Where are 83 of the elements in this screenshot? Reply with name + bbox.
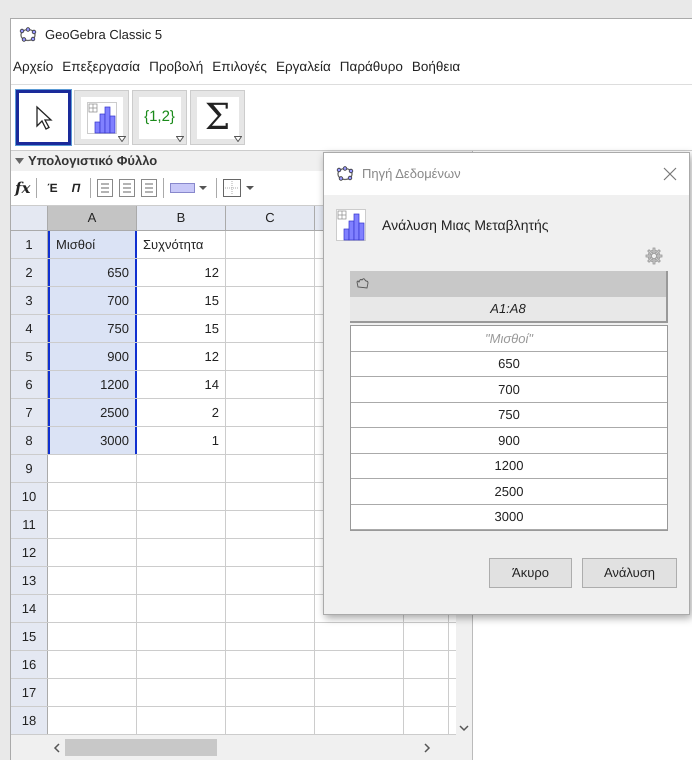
- table-cell: Μισθοί: [48, 231, 137, 258]
- row-header[interactable]: 11: [11, 511, 48, 538]
- table-cell: 1200: [48, 371, 137, 398]
- table-cell: 900: [48, 343, 137, 370]
- hand-icon[interactable]: [356, 278, 370, 290]
- row-header[interactable]: 15: [11, 623, 48, 650]
- row-header[interactable]: 13: [11, 567, 48, 594]
- bold-button[interactable]: Έ: [43, 179, 62, 197]
- align-right-icon[interactable]: [141, 179, 158, 197]
- table-cell: 15: [137, 315, 226, 342]
- formula-button[interactable]: fx: [15, 176, 30, 200]
- row-header[interactable]: 17: [11, 679, 48, 706]
- window-title: GeoGebra Classic 5: [45, 26, 162, 44]
- menu-item[interactable]: Επιλογές: [212, 57, 267, 78]
- menu-item[interactable]: Εργαλεία: [276, 57, 331, 78]
- menu-item[interactable]: Προβολή: [149, 57, 204, 78]
- table-cell: 3000: [351, 504, 667, 530]
- align-center-icon[interactable]: [119, 179, 136, 197]
- column-header[interactable]: C: [226, 206, 315, 230]
- logo-icon: [19, 27, 37, 43]
- dropdown-triangle-icon[interactable]: [176, 136, 184, 142]
- menu-item[interactable]: Αρχείο: [13, 57, 54, 78]
- table-cell: "Μισθοί": [351, 326, 667, 352]
- table-cell: Συχνότητα: [137, 231, 226, 258]
- table-cell: 3000: [48, 427, 137, 454]
- dropdown-triangle-icon[interactable]: [118, 136, 126, 142]
- scroll-down-icon[interactable]: [459, 724, 469, 732]
- dialog-title: Πηγή Δεδομένων: [362, 165, 462, 184]
- histogram-icon: [86, 102, 116, 134]
- scroll-right-icon[interactable]: [423, 742, 431, 752]
- analyze-button[interactable]: Ανάλυση: [582, 558, 677, 588]
- corner-cell[interactable]: [11, 206, 48, 230]
- row-header[interactable]: 2: [11, 259, 48, 286]
- align-left-icon[interactable]: [97, 179, 114, 197]
- table-cell: 2500: [48, 399, 137, 426]
- row-header[interactable]: 18: [11, 707, 48, 734]
- italic-button[interactable]: Π: [68, 179, 84, 197]
- row-header[interactable]: 4: [11, 315, 48, 342]
- menu-item[interactable]: Βοήθεια: [412, 57, 460, 78]
- table-cell: 700: [48, 287, 137, 314]
- dropdown-triangle-icon[interactable]: [234, 136, 242, 142]
- column-header[interactable]: A: [48, 206, 137, 230]
- table-cell: 1: [137, 427, 226, 454]
- analysis-heading: Ανάλυση Μιας Μεταβλητής: [382, 216, 549, 235]
- row-header[interactable]: 1: [11, 231, 48, 258]
- logo-icon: [336, 166, 354, 182]
- row-header[interactable]: 8: [11, 427, 48, 454]
- row-header[interactable]: 12: [11, 539, 48, 566]
- table-cell: 750: [351, 402, 667, 428]
- row-header[interactable]: 7: [11, 399, 48, 426]
- row-header[interactable]: 10: [11, 483, 48, 510]
- menu-item[interactable]: Επεξεργασία: [62, 57, 140, 78]
- scroll-left-icon[interactable]: [53, 742, 61, 752]
- table-cell: 15: [137, 287, 226, 314]
- row-header[interactable]: 16: [11, 651, 48, 678]
- close-icon[interactable]: [663, 167, 677, 181]
- table-cell: 900: [351, 428, 667, 454]
- cancel-button[interactable]: Άκυρο: [489, 558, 572, 588]
- row-header[interactable]: 9: [11, 455, 48, 482]
- scrollbar-thumb[interactable]: [65, 739, 217, 756]
- table-cell: 14: [137, 371, 226, 398]
- table-cell: 12: [137, 343, 226, 370]
- table-cell: 12: [137, 259, 226, 286]
- row-header[interactable]: 5: [11, 343, 48, 370]
- table-cell: 700: [351, 377, 667, 402]
- column-header[interactable]: B: [137, 206, 226, 230]
- table-cell: 2: [137, 399, 226, 426]
- row-header[interactable]: 3: [11, 287, 48, 314]
- table-cell: 650: [48, 259, 137, 286]
- tool-button[interactable]: {1,2}: [132, 90, 187, 145]
- row-header[interactable]: 6: [11, 371, 48, 398]
- tool-button[interactable]: Σ: [190, 90, 245, 145]
- menu-item[interactable]: Παράθυρο: [340, 57, 403, 78]
- tool-button[interactable]: [16, 90, 71, 145]
- table-cell: 750: [48, 315, 137, 342]
- table-cell: 2500: [351, 479, 667, 504]
- table-cell: 650: [351, 352, 667, 377]
- panel-title: Υπολογιστικό Φύλλο: [28, 152, 158, 170]
- collapse-triangle-icon[interactable]: [15, 158, 24, 164]
- histogram-icon: [336, 209, 366, 241]
- row-header[interactable]: 14: [11, 595, 48, 622]
- data-source-range[interactable]: A1:A8: [350, 297, 668, 323]
- table-cell: 1200: [351, 454, 667, 479]
